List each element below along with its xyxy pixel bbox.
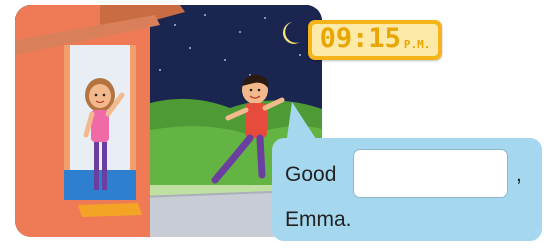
- clock-display: 09:15 P.M.: [312, 24, 438, 56]
- clock-period: P.M.: [403, 38, 431, 51]
- dialogue-name: Emma.: [285, 208, 352, 231]
- dialogue-comma: ,: [516, 163, 522, 186]
- answer-input-box[interactable]: [353, 149, 508, 198]
- clock-time: 09:15: [319, 23, 401, 54]
- doormat: [78, 203, 142, 217]
- dialogue-word-before: Good: [285, 163, 337, 186]
- digital-clock: 09:15 P.M.: [308, 20, 442, 60]
